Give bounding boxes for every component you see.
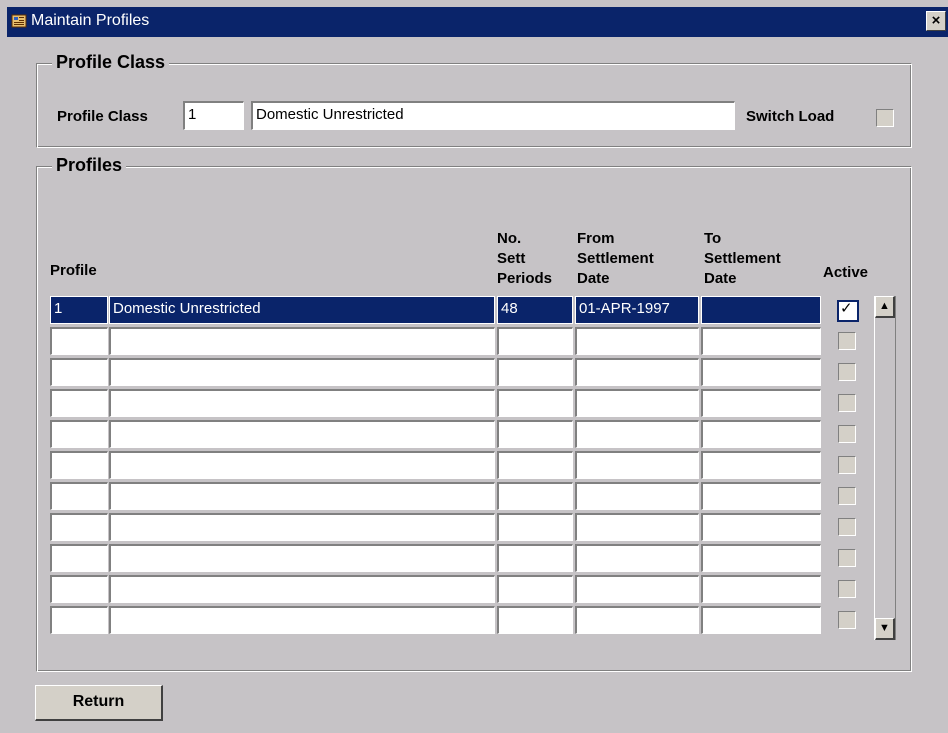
profile-class-code-field[interactable]: 1 xyxy=(183,101,244,130)
cell-to-date[interactable] xyxy=(701,327,821,355)
profiles-legend: Profiles xyxy=(52,155,127,176)
cell-description[interactable] xyxy=(109,451,495,479)
cell-from-date[interactable] xyxy=(575,420,699,448)
cell-to-date[interactable] xyxy=(701,544,821,572)
cell-from-date[interactable] xyxy=(575,544,699,572)
cell-from-date[interactable] xyxy=(575,606,699,634)
profile-class-label: Profile Class xyxy=(57,108,148,125)
profile-class-description-field[interactable]: Domestic Unrestricted xyxy=(251,101,735,130)
form-icon xyxy=(11,14,27,28)
cell-description[interactable] xyxy=(109,358,495,386)
arrow-down-icon: ▼ xyxy=(879,622,890,634)
cell-from-date[interactable] xyxy=(575,358,699,386)
active-checkbox[interactable]: ✓ xyxy=(837,300,859,322)
cell-sett-periods[interactable] xyxy=(497,544,573,572)
cell-description[interactable] xyxy=(109,420,495,448)
cell-to-date[interactable] xyxy=(701,358,821,386)
cell-sett-periods[interactable] xyxy=(497,482,573,510)
cell-profile[interactable] xyxy=(50,420,108,448)
cell-to-date[interactable] xyxy=(701,575,821,603)
column-header-to-settlement-date: To Settlement Date xyxy=(704,230,781,287)
cell-sett-periods[interactable]: 48 xyxy=(497,296,573,324)
column-header-active: Active xyxy=(823,264,869,281)
cell-profile[interactable] xyxy=(50,544,108,572)
cell-from-date[interactable] xyxy=(575,575,699,603)
close-icon: × xyxy=(931,12,941,29)
switch-load-label: Switch Load xyxy=(746,108,835,125)
cell-description[interactable] xyxy=(109,513,495,541)
cell-from-date[interactable] xyxy=(575,327,699,355)
switch-load-checkbox[interactable] xyxy=(876,109,894,127)
scroll-down-button[interactable]: ▼ xyxy=(875,618,895,640)
cell-description[interactable] xyxy=(109,327,495,355)
cell-profile[interactable]: 1 xyxy=(50,296,108,324)
active-checkbox[interactable] xyxy=(838,580,856,598)
cell-profile[interactable] xyxy=(50,327,108,355)
cell-from-date[interactable] xyxy=(575,513,699,541)
cell-sett-periods[interactable] xyxy=(497,358,573,386)
active-checkbox[interactable] xyxy=(838,611,856,629)
active-checkbox[interactable] xyxy=(838,332,856,350)
check-icon: ✓ xyxy=(840,300,853,317)
cell-to-date[interactable] xyxy=(701,606,821,634)
active-checkbox[interactable] xyxy=(838,549,856,567)
cell-from-date[interactable] xyxy=(575,482,699,510)
cell-description[interactable] xyxy=(109,544,495,572)
active-checkbox[interactable] xyxy=(838,363,856,381)
cell-to-date[interactable] xyxy=(701,296,821,324)
cell-to-date[interactable] xyxy=(701,451,821,479)
cell-from-date[interactable]: 01-APR-1997 xyxy=(575,296,699,324)
cell-sett-periods[interactable] xyxy=(497,606,573,634)
window-title: Maintain Profiles xyxy=(31,12,150,29)
column-header-profile: Profile xyxy=(50,262,97,279)
scroll-up-button[interactable]: ▲ xyxy=(875,296,895,318)
cell-to-date[interactable] xyxy=(701,482,821,510)
column-header-from-settlement-date: From Settlement Date xyxy=(577,230,654,287)
active-checkbox[interactable] xyxy=(838,487,856,505)
cell-to-date[interactable] xyxy=(701,389,821,417)
cell-sett-periods[interactable] xyxy=(497,420,573,448)
arrow-up-icon: ▲ xyxy=(879,300,890,312)
cell-sett-periods[interactable] xyxy=(497,451,573,479)
cell-profile[interactable] xyxy=(50,606,108,634)
return-button[interactable]: Return xyxy=(35,685,163,721)
cell-description[interactable]: Domestic Unrestricted xyxy=(109,296,495,324)
cell-profile[interactable] xyxy=(50,575,108,603)
cell-profile[interactable] xyxy=(50,389,108,417)
column-header-sett-periods: No. Sett Periods xyxy=(497,230,553,287)
profiles-scrollbar[interactable]: ▲ ▼ xyxy=(874,296,896,640)
cell-sett-periods[interactable] xyxy=(497,575,573,603)
cell-from-date[interactable] xyxy=(575,389,699,417)
cell-description[interactable] xyxy=(109,482,495,510)
profile-class-legend: Profile Class xyxy=(52,52,170,73)
cell-from-date[interactable] xyxy=(575,451,699,479)
cell-description[interactable] xyxy=(109,606,495,634)
title-bar: Maintain Profiles × xyxy=(7,7,948,37)
cell-profile[interactable] xyxy=(50,358,108,386)
cell-description[interactable] xyxy=(109,575,495,603)
cell-profile[interactable] xyxy=(50,451,108,479)
active-checkbox[interactable] xyxy=(838,456,856,474)
close-button[interactable]: × xyxy=(926,11,946,31)
active-checkbox[interactable] xyxy=(838,518,856,536)
cell-sett-periods[interactable] xyxy=(497,513,573,541)
cell-to-date[interactable] xyxy=(701,420,821,448)
cell-profile[interactable] xyxy=(50,513,108,541)
cell-to-date[interactable] xyxy=(701,513,821,541)
cell-sett-periods[interactable] xyxy=(497,389,573,417)
cell-profile[interactable] xyxy=(50,482,108,510)
cell-sett-periods[interactable] xyxy=(497,327,573,355)
active-checkbox[interactable] xyxy=(838,394,856,412)
cell-description[interactable] xyxy=(109,389,495,417)
active-checkbox[interactable] xyxy=(838,425,856,443)
